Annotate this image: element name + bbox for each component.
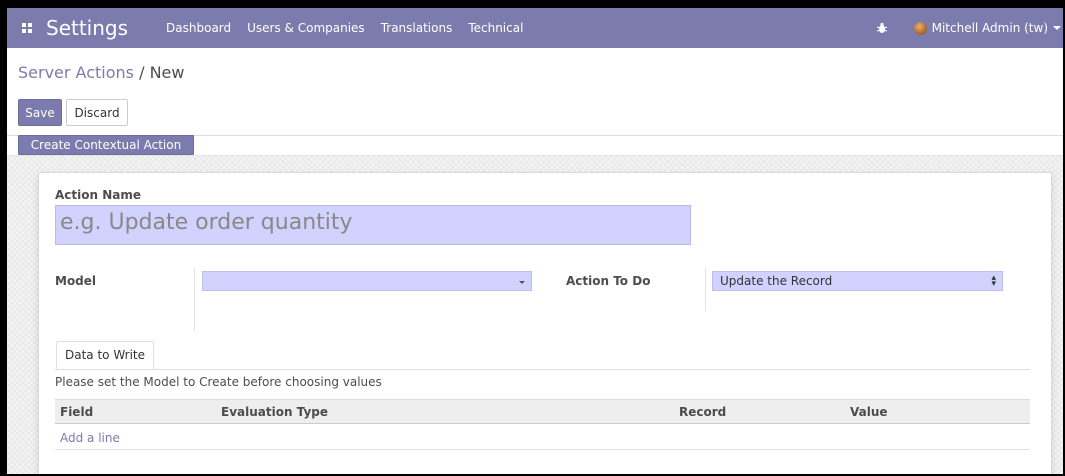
avatar[interactable] <box>913 21 927 35</box>
model-required-note: Please set the Model to Create before ch… <box>55 375 382 389</box>
breadcrumb-current: New <box>149 63 185 82</box>
app-title: Settings <box>46 16 129 40</box>
window-frame: Settings Dashboard Users & Companies Tra… <box>0 0 1065 476</box>
menu-item-dashboard[interactable]: Dashboard <box>166 21 231 35</box>
action-name-label: Action Name <box>55 188 141 202</box>
column-header-record[interactable]: Record <box>679 405 726 419</box>
dropdown-caret-icon <box>519 281 525 284</box>
save-button[interactable]: Save <box>18 99 62 126</box>
action-to-do-select[interactable]: Update the Record ▴ ▾ <box>712 271 1003 291</box>
column-header-evaluation-type[interactable]: Evaluation Type <box>221 405 328 419</box>
select-arrows-icon: ▴ ▾ <box>991 273 996 289</box>
tab-data-to-write[interactable]: Data to Write <box>56 341 154 369</box>
apps-grid-icon[interactable] <box>7 22 47 34</box>
action-to-do-value: Update the Record <box>720 274 833 288</box>
column-header-value[interactable]: Value <box>850 405 888 419</box>
column-header-field[interactable]: Field <box>60 405 93 419</box>
field-separator <box>705 268 706 311</box>
add-line-link[interactable]: Add a line <box>60 431 120 445</box>
table-row-divider <box>55 449 1030 450</box>
model-label: Model <box>55 274 97 288</box>
table-header: Field Evaluation Type Record Value <box>55 399 1030 424</box>
action-name-input[interactable]: e.g. Update order quantity <box>55 205 691 245</box>
menu-item-technical[interactable]: Technical <box>468 21 523 35</box>
menu-item-users-companies[interactable]: Users & Companies <box>247 21 365 35</box>
bug-icon[interactable] <box>876 22 888 34</box>
main-navbar: Settings Dashboard Users & Companies Tra… <box>7 8 1063 48</box>
create-contextual-action-button[interactable]: Create Contextual Action <box>18 135 194 155</box>
tab-divider <box>55 369 1030 370</box>
user-menu-name[interactable]: Mitchell Admin (tw) <box>932 21 1048 35</box>
breadcrumb: Server Actions / New <box>18 63 184 82</box>
discard-button[interactable]: Discard <box>66 99 128 126</box>
menu-item-translations[interactable]: Translations <box>381 21 453 35</box>
breadcrumb-server-actions[interactable]: Server Actions <box>18 63 134 82</box>
model-select[interactable] <box>202 271 532 291</box>
form-sheet: Action Name e.g. Update order quantity M… <box>38 172 1052 474</box>
breadcrumb-separator: / <box>139 63 145 82</box>
chevron-down-icon[interactable] <box>1053 26 1061 30</box>
control-panel: Server Actions / New Save Discard <box>7 48 1063 136</box>
field-separator <box>194 268 195 330</box>
action-to-do-label: Action To Do <box>566 274 651 288</box>
